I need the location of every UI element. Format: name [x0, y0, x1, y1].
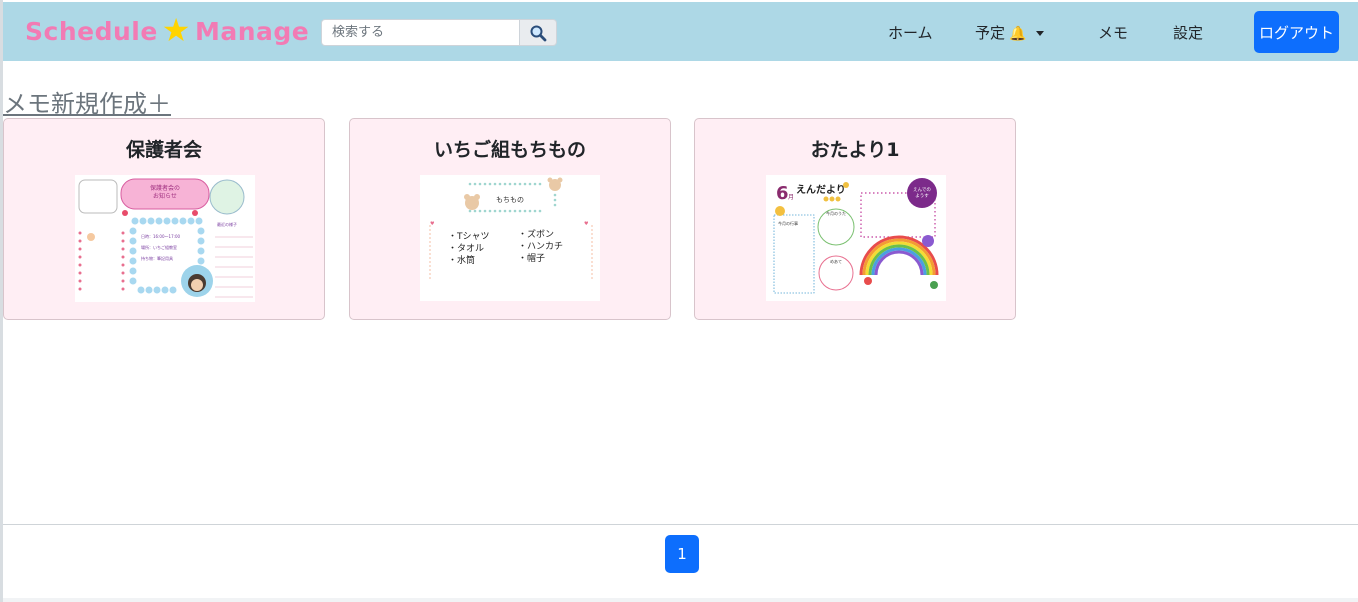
svg-text:・Tシャツ: ・Tシャツ — [448, 232, 490, 242]
nav-memo[interactable]: メモ — [1098, 22, 1128, 43]
brand-text-left: Schedule — [25, 17, 158, 46]
memo-card-title: 保護者会 — [125, 139, 202, 161]
memo-card-title: おたより1 — [810, 139, 900, 161]
memo-card-3[interactable]: おたより1 6 月 えんだより えんでの ようす 今月の行事 今月のうた めあて — [694, 118, 1016, 320]
nav-settings[interactable]: 設定 — [1173, 22, 1203, 43]
svg-text:最近の様子: 最近の様子 — [217, 221, 237, 227]
logout-button[interactable]: ログアウト — [1254, 11, 1339, 53]
thumb-heading-line1: 保護者会の — [150, 184, 180, 192]
thumb-heading: もちもの — [496, 196, 524, 204]
svg-text:場所：いちご組教室: 場所：いちご組教室 — [141, 244, 177, 250]
memo-thumbnail-2[interactable]: もちもの ♥ ♥ ・Tシャツ ・タオル ・水筒 ・ズボン ・ハンカチ ・帽子 — [420, 175, 600, 301]
nav-schedule-dropdown[interactable]: 予定 🔔 — [975, 22, 1045, 43]
brand-logo[interactable]: Schedule ★ Manage — [25, 10, 310, 49]
svg-text:えんでの: えんでの — [913, 187, 931, 193]
svg-text:・ズボン: ・ズボン — [518, 228, 554, 240]
chevron-down-icon — [1036, 31, 1045, 36]
search-input[interactable] — [321, 19, 520, 46]
navbar: Schedule★Manage ホーム 予定🔔 メモ 設定 ログアウト — [3, 2, 1358, 61]
svg-text:持ち物：筆記用具: 持ち物：筆記用具 — [141, 255, 173, 261]
nav-schedule-label: 予定 — [975, 24, 1006, 42]
svg-text:6: 6 — [776, 183, 789, 204]
nav-home[interactable]: ホーム — [888, 22, 933, 43]
thumb-heading-line2: お知らせ — [153, 192, 177, 200]
svg-text:今月のうた: 今月のうた — [826, 210, 846, 216]
star-icon: ★ — [161, 11, 191, 49]
svg-text:今月の行事: 今月の行事 — [778, 220, 798, 226]
memo-thumbnail-1[interactable]: 保護者会の お知らせ 日時：16:00〜17:00 場所：いちご組教室 持ち物：… — [75, 175, 255, 302]
svg-text:日時：16:00〜17:00: 日時：16:00〜17:00 — [141, 233, 181, 239]
brand-text-right: Manage — [194, 17, 310, 46]
memo-card-2[interactable]: いちご組もちもの もちもの ♥ ♥ ・Tシャツ ・タオル ・水筒 ・ズボン ・ハン… — [349, 118, 671, 320]
svg-text:♥: ♥ — [430, 221, 435, 227]
svg-text:・水筒: ・水筒 — [448, 254, 475, 266]
new-memo-link[interactable]: メモ新規作成＋ — [3, 84, 171, 119]
svg-text:ようす: ようす — [915, 192, 929, 199]
magnifier-icon — [530, 25, 547, 41]
svg-text:・タオル: ・タオル — [448, 243, 484, 254]
svg-text:・ハンカチ: ・ハンカチ — [518, 241, 563, 252]
footer-divider — [3, 524, 1358, 525]
svg-text:月: 月 — [788, 194, 794, 201]
search-button[interactable] — [520, 19, 557, 46]
memo-card-title: いちご組もちもの — [433, 139, 586, 161]
memo-thumbnail-3[interactable]: 6 月 えんだより えんでの ようす 今月の行事 今月のうた めあて — [766, 175, 946, 301]
svg-text:・帽子: ・帽子 — [518, 252, 545, 264]
svg-text:えんだより: えんだより — [796, 184, 846, 196]
svg-text:めあて: めあて — [830, 259, 842, 264]
memo-card-1[interactable]: 保護者会 保護者会の お知らせ 日時：16:00〜17:00 場所：いちご組教室… — [3, 118, 325, 320]
bell-icon: 🔔 — [1009, 26, 1027, 42]
svg-text:♥: ♥ — [584, 221, 589, 227]
bottom-strip — [3, 598, 1358, 602]
pagination-page-1[interactable]: 1 — [665, 535, 699, 573]
